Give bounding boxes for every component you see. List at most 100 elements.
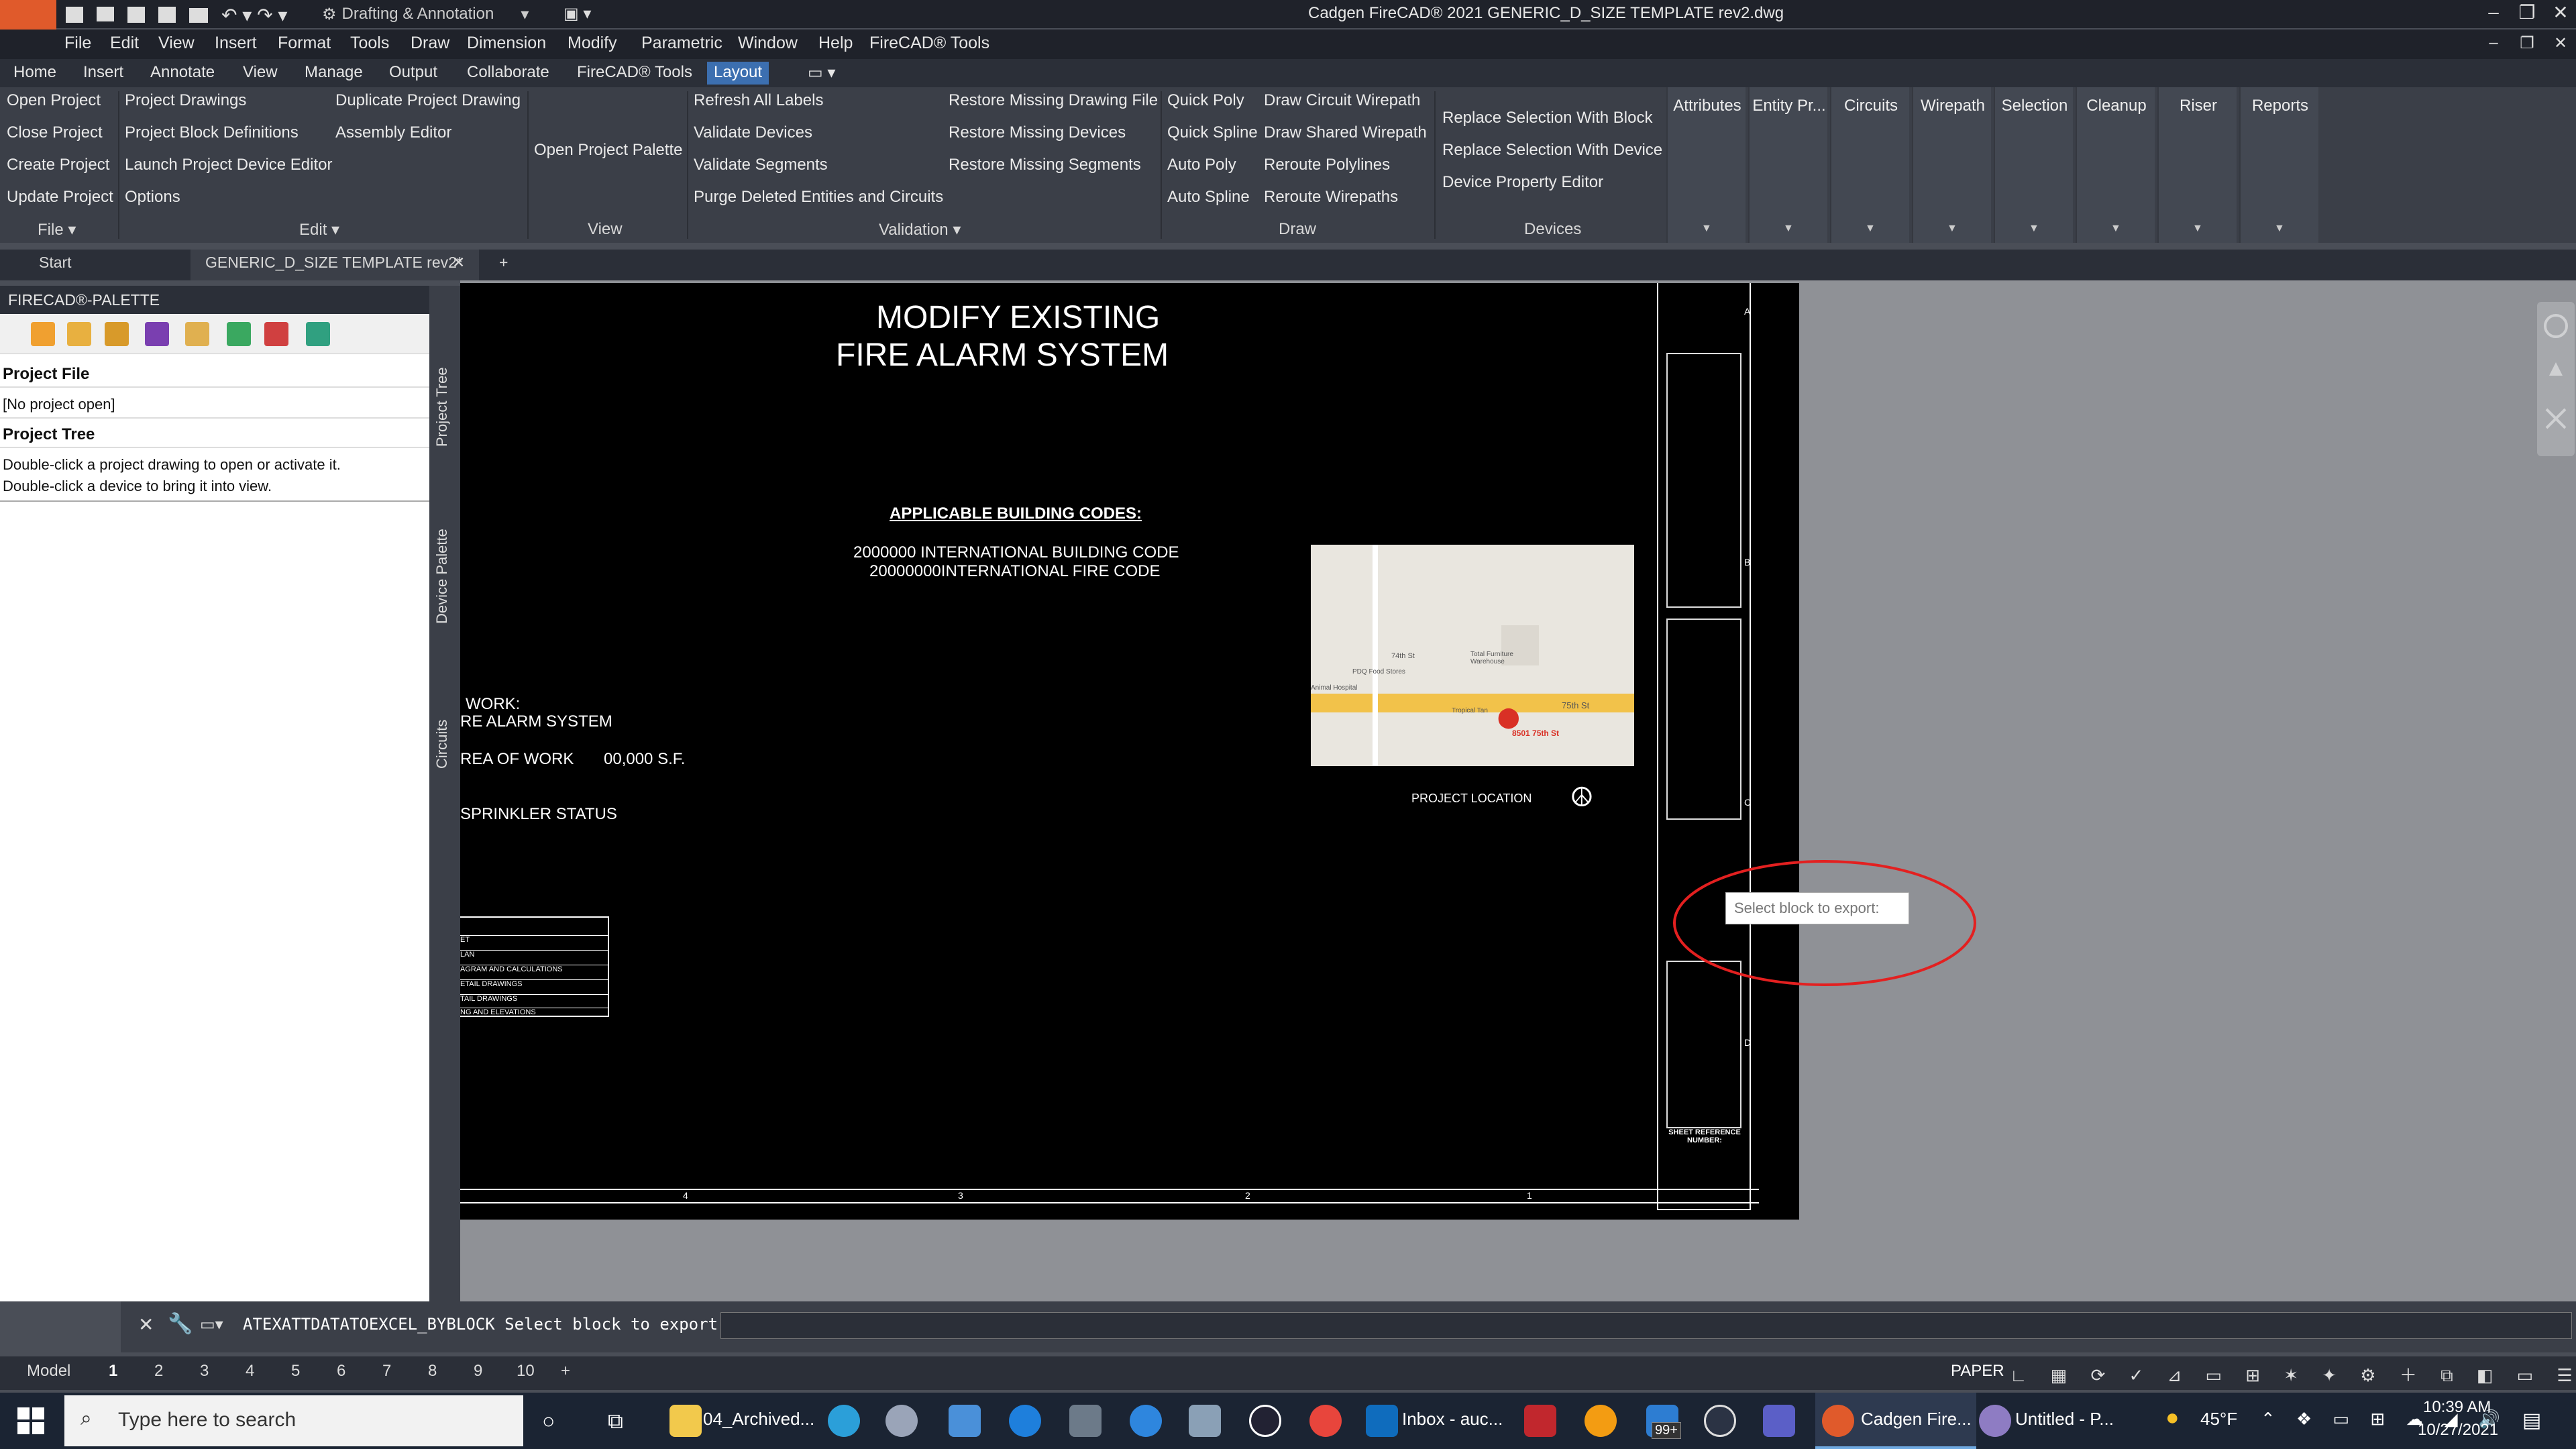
command-input[interactable] bbox=[720, 1312, 2572, 1339]
menu-dimension[interactable]: Dimension bbox=[467, 34, 546, 53]
panel-file-label[interactable]: File ▾ bbox=[38, 220, 76, 239]
restore-missing-drawing-button[interactable]: Restore Missing Drawing File bbox=[949, 91, 1158, 110]
printer-icon[interactable] bbox=[1189, 1405, 1221, 1437]
entity-properties-button[interactable]: Entity Pr... ▼ bbox=[1748, 87, 1827, 243]
task-view-icon[interactable]: ⧉ bbox=[608, 1409, 623, 1434]
share-icon[interactable]: ▣ ▾ bbox=[564, 4, 604, 24]
save-icon[interactable] bbox=[145, 322, 169, 346]
assembly-editor-button[interactable]: Assembly Editor bbox=[335, 123, 451, 142]
clock-time[interactable]: 10:39 AM bbox=[2423, 1398, 2491, 1417]
circuits-button[interactable]: Circuits ▼ bbox=[1830, 87, 1909, 243]
remove-file-icon[interactable] bbox=[264, 322, 288, 346]
layout-tab-8[interactable]: 8 bbox=[428, 1362, 437, 1381]
restore-icon[interactable]: ❐ bbox=[2510, 1, 2544, 23]
menu-modify[interactable]: Modify bbox=[568, 34, 617, 53]
menu-insert[interactable]: Insert bbox=[215, 34, 257, 53]
chrome-icon[interactable] bbox=[1309, 1405, 1342, 1437]
file-explorer-icon[interactable] bbox=[669, 1405, 702, 1437]
taskbar-app-untitled[interactable]: Untitled - P... bbox=[2015, 1409, 2114, 1430]
menu-format[interactable]: Format bbox=[278, 34, 331, 53]
add-drawing-icon[interactable] bbox=[185, 322, 209, 346]
layout-tab-7[interactable]: 7 bbox=[382, 1362, 391, 1381]
layout-tab-9[interactable]: 9 bbox=[474, 1362, 482, 1381]
close-project-button[interactable]: Close Project bbox=[7, 123, 103, 142]
tab-view[interactable]: View bbox=[236, 62, 284, 85]
menu-file[interactable]: File bbox=[64, 34, 91, 53]
wirepath-button[interactable]: Wirepath ▼ bbox=[1912, 87, 1991, 243]
filezilla-icon[interactable] bbox=[1524, 1405, 1556, 1437]
side-tab-device-palette[interactable]: Device Palette bbox=[433, 529, 451, 624]
layout-tab-2[interactable]: 2 bbox=[154, 1362, 163, 1381]
quick-poly-button[interactable]: Quick Poly bbox=[1167, 91, 1244, 110]
open-project-palette-button[interactable]: Open Project Palette bbox=[534, 141, 682, 160]
layout-tab-1[interactable]: 1 bbox=[109, 1362, 117, 1381]
options-button[interactable]: Options bbox=[125, 188, 180, 207]
refresh-all-labels-button[interactable]: Refresh All Labels bbox=[694, 91, 823, 110]
tab-home[interactable]: Home bbox=[7, 62, 63, 85]
status-bar-icons[interactable]: ∟ ▦ ⟳ ✓ ⊿ ▭ ⊞ ✶ ✦ ⚙ ＋ ⧉ ◧ ▭ ☰ bbox=[2010, 1362, 2573, 1385]
menu-firecad-tools[interactable]: FireCAD® Tools bbox=[869, 34, 989, 53]
workspace-switcher[interactable]: ⚙ Drafting & Annotation ▾ bbox=[322, 3, 557, 25]
outlook-icon[interactable] bbox=[1366, 1405, 1398, 1437]
new-folder-icon[interactable] bbox=[31, 322, 55, 346]
wrench-icon[interactable]: 🔧 bbox=[168, 1312, 193, 1336]
layout-tab-5[interactable]: 5 bbox=[291, 1362, 300, 1381]
paint-icon[interactable] bbox=[1069, 1405, 1102, 1437]
model-tab[interactable]: Model bbox=[27, 1362, 70, 1381]
update-project-button[interactable]: Update Project bbox=[7, 188, 113, 207]
taskbar-app-inbox[interactable]: Inbox - auc... bbox=[1402, 1409, 1503, 1430]
draw-circuit-wirepath-button[interactable]: Draw Circuit Wirepath bbox=[1264, 91, 1420, 110]
pan-zoom-icons[interactable] bbox=[2537, 302, 2575, 456]
menu-parametric[interactable]: Parametric bbox=[641, 34, 722, 53]
replace-with-device-button[interactable]: Replace Selection With Device bbox=[1442, 141, 1662, 160]
validate-segments-button[interactable]: Validate Segments bbox=[694, 156, 828, 174]
panel-edit-label[interactable]: Edit ▾ bbox=[299, 220, 339, 239]
open-folder-icon[interactable] bbox=[67, 322, 91, 346]
layout-tab-6[interactable]: 6 bbox=[337, 1362, 345, 1381]
tab-output[interactable]: Output bbox=[382, 62, 444, 85]
app-icon[interactable] bbox=[1130, 1405, 1162, 1437]
clock-date[interactable]: 10/27/2021 bbox=[2418, 1421, 2498, 1440]
minimize-icon[interactable]: – bbox=[2477, 1, 2510, 23]
launch-device-editor-button[interactable]: Launch Project Device Editor bbox=[125, 156, 333, 174]
calculator-icon[interactable] bbox=[949, 1405, 981, 1437]
tab-firecad-tools[interactable]: FireCAD® Tools bbox=[570, 62, 699, 85]
open-project-button[interactable]: Open Project bbox=[7, 91, 101, 110]
auto-spline-button[interactable]: Auto Spline bbox=[1167, 188, 1250, 207]
add-layout-icon[interactable]: + bbox=[561, 1362, 570, 1381]
menu-draw[interactable]: Draw bbox=[411, 34, 449, 53]
menu-edit[interactable]: Edit bbox=[110, 34, 139, 53]
close-icon[interactable]: ✕ bbox=[452, 254, 465, 272]
close-icon[interactable]: ✕ bbox=[138, 1313, 154, 1336]
doc-minimize-icon[interactable]: – bbox=[2477, 34, 2510, 52]
vpn-icon[interactable] bbox=[1249, 1405, 1281, 1437]
new-file-icon[interactable] bbox=[227, 322, 251, 346]
app-icon[interactable] bbox=[1585, 1405, 1617, 1437]
restore-missing-devices-button[interactable]: Restore Missing Devices bbox=[949, 123, 1126, 142]
refresh-icon[interactable] bbox=[306, 322, 330, 346]
notifications-icon[interactable]: ▤ bbox=[2522, 1409, 2541, 1432]
ribbon-options-icon[interactable]: ▭ ▾ bbox=[801, 62, 842, 85]
menu-help[interactable]: Help bbox=[818, 34, 853, 53]
command-history-icon[interactable]: ▭▾ bbox=[200, 1315, 223, 1334]
draw-shared-wirepath-button[interactable]: Draw Shared Wirepath bbox=[1264, 123, 1427, 142]
reports-button[interactable]: Reports ▼ bbox=[2239, 87, 2318, 243]
windows-start-icon[interactable] bbox=[17, 1407, 44, 1434]
close-icon[interactable]: ✕ bbox=[2544, 1, 2576, 23]
menu-tools[interactable]: Tools bbox=[350, 34, 389, 53]
validate-devices-button[interactable]: Validate Devices bbox=[694, 123, 812, 142]
cortana-icon[interactable]: ○ bbox=[542, 1409, 555, 1434]
cleanup-button[interactable]: Cleanup ▼ bbox=[2076, 87, 2155, 243]
selection-button[interactable]: Selection ▼ bbox=[1994, 87, 2073, 243]
side-tab-project-tree[interactable]: Project Tree bbox=[433, 367, 451, 447]
reroute-polylines-button[interactable]: Reroute Polylines bbox=[1264, 156, 1390, 174]
tab-insert[interactable]: Insert bbox=[76, 62, 130, 85]
replace-with-block-button[interactable]: Replace Selection With Block bbox=[1442, 109, 1652, 127]
weather-temp[interactable]: 45°F bbox=[2200, 1409, 2237, 1430]
app-icon[interactable] bbox=[885, 1405, 918, 1437]
doc-restore-icon[interactable]: ❐ bbox=[2510, 34, 2544, 53]
doc-close-icon[interactable]: ✕ bbox=[2544, 34, 2576, 53]
project-drawings-button[interactable]: Project Drawings bbox=[125, 91, 246, 110]
tab-layout[interactable]: Layout bbox=[707, 62, 769, 85]
duplicate-project-drawing-button[interactable]: Duplicate Project Drawing bbox=[335, 91, 521, 110]
